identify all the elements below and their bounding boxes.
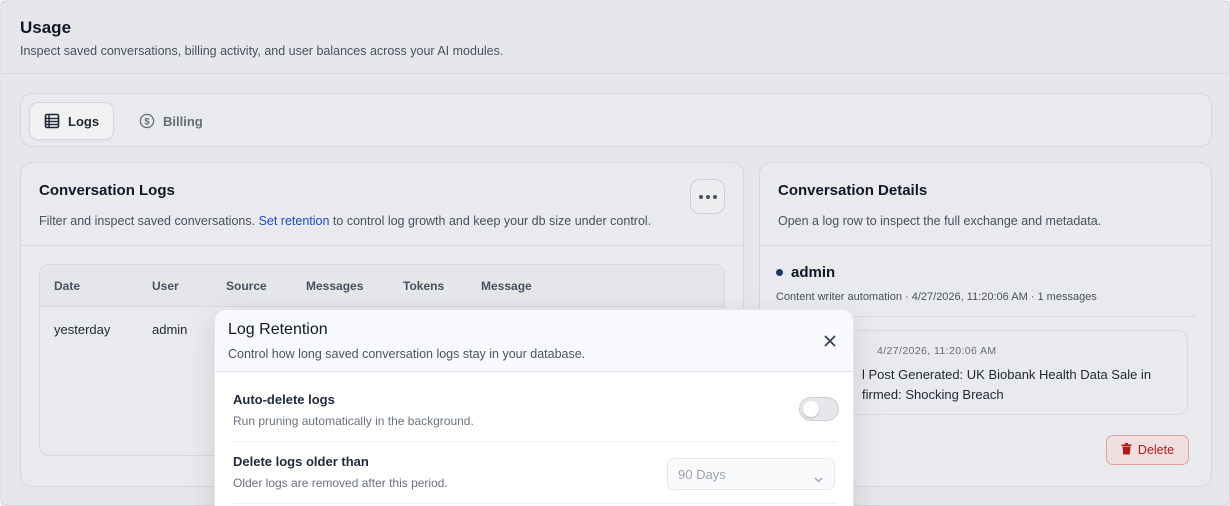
dialog-header: Log Retention Control how long saved con… [215,310,853,372]
auto-delete-help: Run pruning automatically in the backgro… [233,414,474,428]
close-icon[interactable] [823,334,837,348]
retention-period-help: Older logs are removed after this period… [233,476,448,490]
retention-period-value: 90 Days [678,467,726,482]
chevron-down-icon [814,470,823,488]
retention-period-select[interactable]: 90 Days [667,458,835,490]
log-retention-dialog: Log Retention Control how long saved con… [214,309,854,506]
retention-period-label: Delete logs older than [233,454,369,469]
dialog-title: Log Retention [228,321,328,338]
toggle-knob [803,401,819,417]
retention-period-setting: Delete logs older than Older logs are re… [233,442,837,504]
usage-page: Usage Inspect saved conversations, billi… [0,0,1230,506]
auto-delete-label: Auto-delete logs [233,392,335,407]
dialog-subtitle: Control how long saved conversation logs… [228,347,586,361]
auto-delete-toggle[interactable] [799,397,839,421]
auto-delete-setting: Auto-delete logs Run pruning automatical… [233,380,839,442]
